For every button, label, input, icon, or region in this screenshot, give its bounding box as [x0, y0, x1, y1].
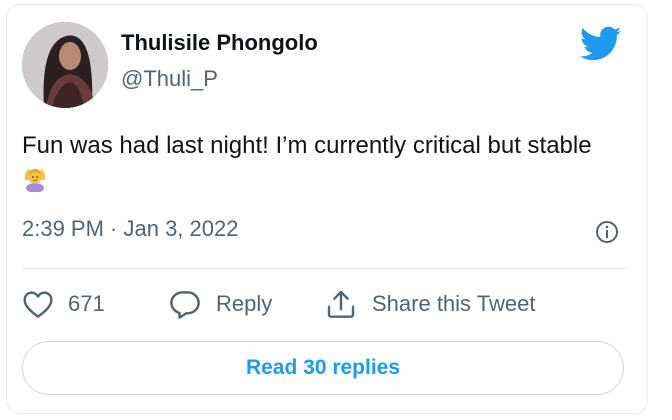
reply-button[interactable]: Reply — [168, 286, 272, 322]
avatar[interactable] — [22, 22, 108, 108]
like-count: 671 — [68, 291, 105, 316]
like-button[interactable]: 671 — [22, 286, 105, 322]
share-upload-icon — [327, 290, 355, 318]
share-label: Share this Tweet — [372, 291, 536, 316]
user-handle[interactable]: @Thuli_P — [121, 66, 218, 92]
display-name[interactable]: Thulisile Phongolo — [121, 30, 318, 56]
read-replies-button[interactable]: Read 30 replies — [22, 341, 624, 395]
twitter-bird-icon[interactable] — [580, 26, 622, 62]
divider — [22, 268, 628, 269]
tweet-timestamp[interactable]: 2:39 PM · Jan 3, 2022 — [22, 216, 238, 242]
info-icon[interactable] — [595, 220, 619, 244]
tweet-text: Fun was had last night! I’m currently cr… — [22, 128, 622, 198]
heart-icon — [23, 291, 53, 318]
reply-label: Reply — [216, 291, 273, 316]
tweet-text-content: Fun was had last night! I’m currently cr… — [22, 132, 592, 159]
reply-bubble-icon — [170, 291, 200, 319]
person-gesturing-ok-emoji — [24, 169, 46, 192]
share-button[interactable]: Share this Tweet — [324, 286, 535, 322]
